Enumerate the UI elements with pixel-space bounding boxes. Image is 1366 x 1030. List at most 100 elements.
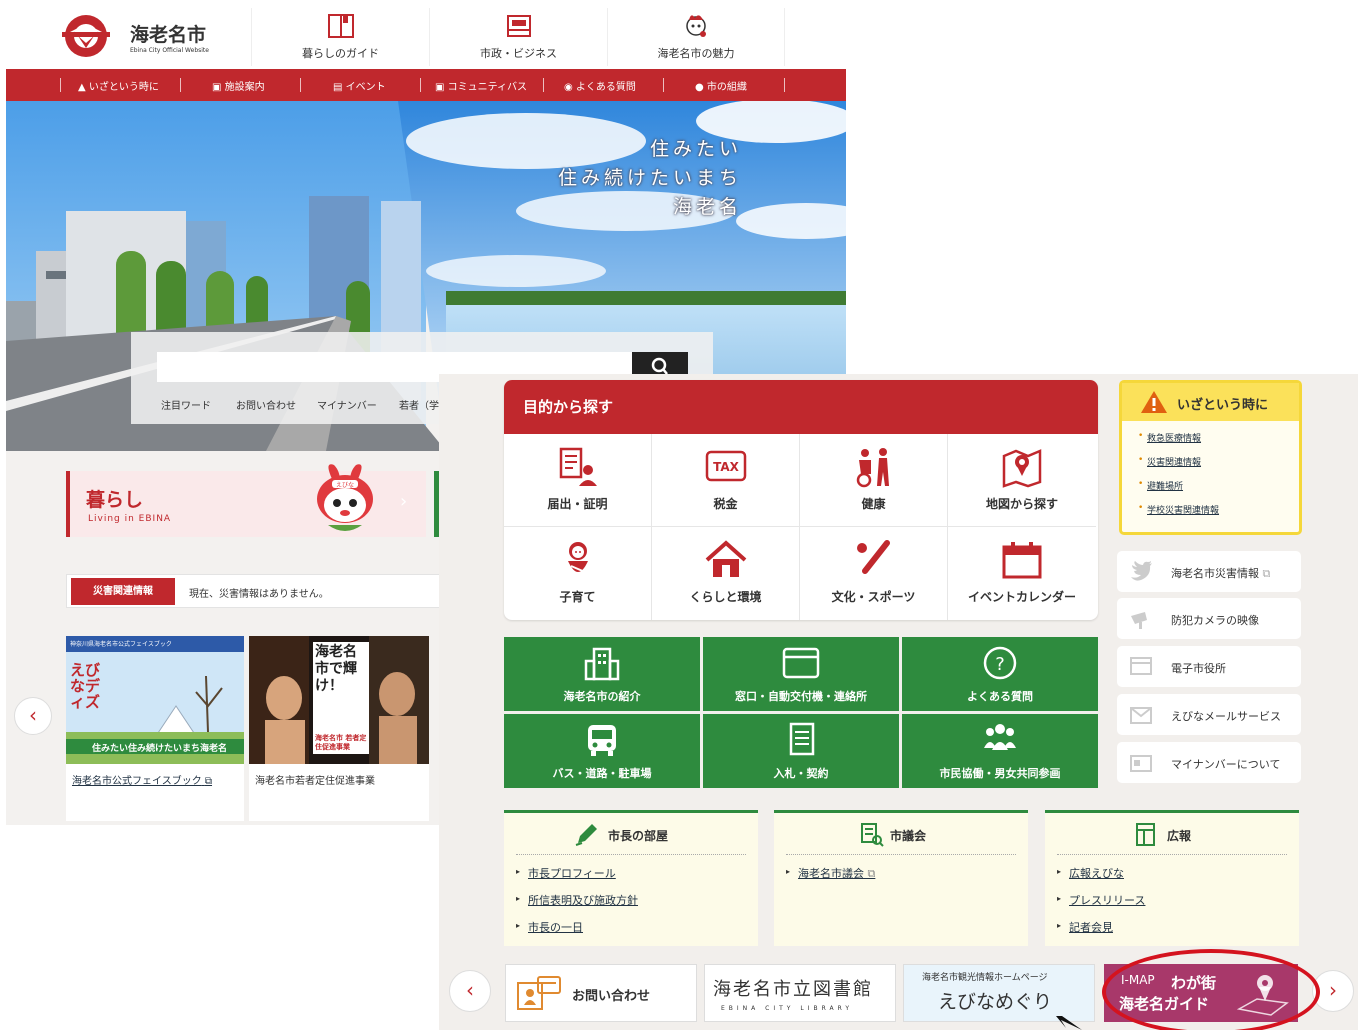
twitter-icon [1131,561,1152,581]
keyword-link[interactable]: お問い合わせ [236,397,296,412]
green-button-label: 入札・契約 [773,767,829,780]
quick-link-organization[interactable]: ● 市の組織 [695,78,747,93]
purpose-item-culture-sports[interactable]: 文化・スポーツ [800,527,948,620]
purpose-label: 健康 [861,497,886,511]
side-button-label: 海老名市災害情報 ⧉ [1171,565,1270,581]
purpose-item-map[interactable]: 地図から探す [948,434,1096,527]
purpose-label: 届出・証明 [547,497,608,511]
purpose-item-health[interactable]: 健康 [800,434,948,527]
separator [300,78,301,92]
info-link[interactable]: 所信表明及び施政方針 [516,892,758,908]
banner-header: 神奈川県海老名市公式フェイスブック [70,641,172,648]
life-card-subtitle: Living in EBINA [88,514,172,524]
hero-copy-line: 海老名 [672,196,742,218]
green-button-label: 窓口・自動交付機・連絡所 [735,690,867,703]
info-box-title[interactable]: 市長の部屋 [608,827,668,844]
banner-youth[interactable]: 海老名市で輝け！ 海老名市 若者定住促進事業 海老名市若者定住促進事業 [249,636,429,821]
info-link[interactable]: 海老名市議会 ⧉ [786,865,1028,881]
logo-subtitle: Ebina City Official Website [130,47,209,54]
keywords-label: 注目ワード [161,401,211,412]
purpose-item-living[interactable]: くらしと環境 [652,527,800,620]
disaster-tag[interactable]: 災害関連情報 [71,578,175,605]
green-button-citizen-collab[interactable]: 市民協働・男女共同参画 [902,714,1098,788]
info-box-mayor: 市長の部屋 市長プロフィール 所信表明及び施政方針 市長の一日 [504,810,758,946]
newsletter-icon [1136,823,1155,846]
banner-prev-button[interactable]: ‹ [449,970,491,1012]
chevron-right-icon: › [400,491,408,512]
house-icon [705,540,746,577]
quick-link-label: いざという時に [88,82,159,93]
mascot-label: えびな [336,481,354,489]
purpose-grid: 届出・証明 TAX 税金 健康 地図から探す 子育て くらしと環境 文化・スポー… [504,434,1098,620]
emergency-link[interactable]: 学校災害関連情報 [1138,503,1299,516]
side-button-camera[interactable]: 防犯カメラの映像 [1117,598,1301,639]
info-box-title[interactable]: 広報 [1167,827,1191,844]
emergency-links: 救急医療情報 災害関連情報 避難場所 学校災害関連情報 [1122,421,1299,516]
card-icon [1130,755,1152,772]
life-card[interactable]: 暮らし Living in EBINA えびな › [66,464,426,537]
banner-library[interactable]: 海老名市立図書館 EBINA CITY LIBRARY [704,964,896,1022]
purpose-label: 税金 [713,497,738,511]
side-button-mynumber[interactable]: マイナンバーについて [1117,742,1301,783]
bus-icon [588,725,616,756]
info-box-links: 広報えびな プレスリリース 記者会見 [1045,855,1299,935]
purpose-item-childcare[interactable]: 子育て [504,527,652,620]
banner-small-text: 海老名市 若者定住促進事業 [315,734,367,751]
monitor-icon [1130,657,1152,675]
info-link[interactable]: プレスリリース [1057,892,1299,908]
window-icon [782,647,820,679]
banner-caption[interactable]: 海老名市若者定住促進事業 [249,764,429,795]
hero-copy-line: 住みたい [649,138,742,160]
green-button-bus[interactable]: バス・道路・駐車場 [504,714,700,788]
info-link[interactable]: 市長プロフィール [516,865,758,881]
emergency-link[interactable]: 救急医療情報 [1138,431,1299,444]
green-button-city-intro[interactable]: 海老名市の紹介 [504,637,700,711]
info-box-title[interactable]: 市議会 [890,827,926,844]
nav-city-business[interactable]: 市政・ビジネス [429,8,607,66]
keyword-link[interactable]: 若者（学 [399,397,439,412]
green-button-bidding[interactable]: 入札・契約 [703,714,899,788]
info-box-assembly: 市議会 海老名市議会 ⧉ [774,810,1028,946]
calendar-icon [1002,542,1042,579]
certificate-icon [559,447,597,486]
quick-link-facilities[interactable]: ▣ 施設案内 [212,78,265,93]
purpose-item-tax[interactable]: TAX 税金 [652,434,800,527]
nav-city-charm[interactable]: 海老名市の魅力 [607,8,785,66]
purpose-title: 目的から探す [504,380,1098,434]
info-link[interactable]: 市長の一日 [516,919,758,935]
banner-caption[interactable]: 海老名市公式フェイスブック ⧉ [66,764,244,795]
quick-link-emergency[interactable]: ▲ いざという時に [78,78,159,93]
site-logo[interactable]: 海老名市 Ebina City Official Website [56,10,216,62]
assembly-icon [861,823,884,847]
tax-icon: TAX [705,450,746,482]
purpose-item-certificate[interactable]: 届出・証明 [504,434,652,527]
carousel-prev-button[interactable]: ‹ [14,697,52,735]
quick-link-bus[interactable]: ▣ コミュニティバス [435,78,527,93]
emergency-link[interactable]: 避難場所 [1138,479,1299,492]
camera-icon [1131,612,1147,629]
quick-link-label: イベント [345,82,386,93]
side-button-label: 電子市役所 [1171,662,1226,675]
banner-contact[interactable]: お問い合わせ [505,964,697,1022]
separator [784,78,785,92]
health-icon [856,448,889,488]
banner-facebook[interactable]: 神奈川県海老名市公式フェイスブック えびなディズ 住みたい住み続けたいまち海老名… [66,636,244,821]
green-button-faq[interactable]: ? よくある質問 [902,637,1098,711]
side-button-e-city[interactable]: 電子市役所 [1117,646,1301,687]
info-link[interactable]: 記者会見 [1057,919,1299,935]
emergency-link[interactable]: 災害関連情報 [1138,455,1299,468]
info-link[interactable]: 広報えびな [1057,865,1299,881]
green-button-label: 海老名市の紹介 [563,690,641,703]
green-button-counter[interactable]: 窓口・自動交付機・連絡所 [703,637,899,711]
quick-link-events[interactable]: ▤ イベント [333,78,386,93]
purpose-item-calendar[interactable]: イベントカレンダー [948,527,1096,620]
side-button-mail[interactable]: えびなメールサービス [1117,694,1301,735]
disaster-text: 現在、災害情報はありません。 [189,589,329,600]
banner-label: 海老名市立図書館 [713,979,873,1000]
external-link-icon: ⧉ [204,776,213,787]
keyword-link[interactable]: マイナンバー [317,397,377,412]
nav-living-guide[interactable]: 暮らしのガイド [251,8,429,66]
banner-sub: EBINA CITY LIBRARY [721,1005,854,1012]
quick-link-faq[interactable]: ◉ よくある質問 [564,78,636,93]
side-button-disaster-twitter[interactable]: 海老名市災害情報 ⧉ [1117,551,1301,592]
